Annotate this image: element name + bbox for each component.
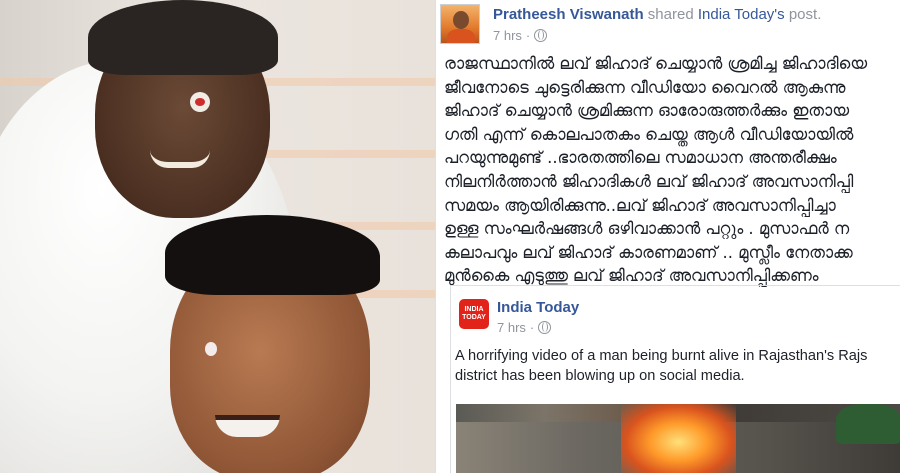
thumbnail-tree xyxy=(836,404,900,444)
post-line: ഗതി എന്ന് കൊലപാതകം ചെയ്ത ആൾ വീഡിയോയിൽ xyxy=(444,124,854,144)
woman-hair xyxy=(88,0,278,75)
shared-label: shared India Today's post. xyxy=(648,6,822,23)
india-today-logo[interactable]: INDIA TODAY xyxy=(459,299,489,329)
post-line: ജീവനോടെ ചുട്ടെരിക്കുന്ന വീഡിയോ വൈറൽ ആകുന… xyxy=(444,77,846,97)
original-post-line: district has been blowing up on social m… xyxy=(455,368,745,384)
woman-smile xyxy=(150,150,210,168)
dot-separator: · xyxy=(529,320,535,335)
post-timestamp-link[interactable]: 7 hrs xyxy=(493,28,522,43)
original-post-line: A horrifying video of a man being burnt … xyxy=(455,348,868,364)
woman-tilak xyxy=(190,92,210,112)
globe-icon[interactable] xyxy=(538,321,552,334)
author-name-link[interactable]: Pratheesh Viswanath xyxy=(493,6,644,23)
man-tilak xyxy=(205,342,217,356)
shared-prefix: shared xyxy=(647,6,694,23)
post-header: Pratheesh Viswanath shared India Today's… xyxy=(493,6,821,23)
shared-suffix: post. xyxy=(788,6,822,23)
post-line: നിലനിർത്താൻ ജിഹാദികൾ ലവ് ജിഹാദ് അവസാനിപ്… xyxy=(444,171,854,191)
photo-panel xyxy=(0,0,435,473)
dot-separator: · xyxy=(525,28,531,43)
facebook-post: Pratheesh Viswanath shared India Today's… xyxy=(435,0,900,473)
video-thumbnail[interactable] xyxy=(456,404,900,473)
original-timestamp-link[interactable]: 7 hrs xyxy=(497,320,526,335)
post-line: സമയം ആയിരിക്കുന്നു..ലവ് ജിഹാദ് അവസാനിപ്പ… xyxy=(444,195,836,215)
page-name-link[interactable]: India Today xyxy=(497,299,579,316)
profile-avatar[interactable] xyxy=(440,4,480,44)
post-line: ജിഹാദ് ചെയ്യാൻ ശ്രമിക്കുന്ന ഓരോരുത്തർക്ക… xyxy=(444,101,849,121)
avatar-face xyxy=(453,11,469,29)
post-line: ഉള്ള സംഘർഷങ്ങൾ ഒഴിവാക്കാൻ പറ്റും . മുസാഫ… xyxy=(444,219,850,239)
post-line: കലാപവും ലവ് ജിഹാദ് കാരണമാണ് .. മുസ്ലീം ന… xyxy=(444,242,853,262)
post-line: രാജസ്ഥാനിൽ ലവ് ജിഹാദ് ചെയ്യാൻ ശ്രമിച്ച ജ… xyxy=(444,54,867,73)
avatar-body xyxy=(447,29,475,43)
post-meta: 7 hrs · xyxy=(493,28,548,43)
original-post-meta: 7 hrs · xyxy=(497,320,552,335)
globe-icon[interactable] xyxy=(534,29,548,42)
shared-source-link[interactable]: India Today's xyxy=(698,6,785,23)
thumbnail-fire xyxy=(621,404,736,473)
man-hair xyxy=(165,215,380,295)
post-body-text: രാജസ്ഥാനിൽ ലവ് ജിഹാദ് ചെയ്യാൻ ശ്രമിച്ച ജ… xyxy=(444,52,900,288)
original-post-text: A horrifying video of a man being burnt … xyxy=(455,346,900,386)
post-line: പറയുന്നുമുണ്ട് ..ഭാരതത്തിലെ സമാധാന അന്തര… xyxy=(444,148,837,168)
